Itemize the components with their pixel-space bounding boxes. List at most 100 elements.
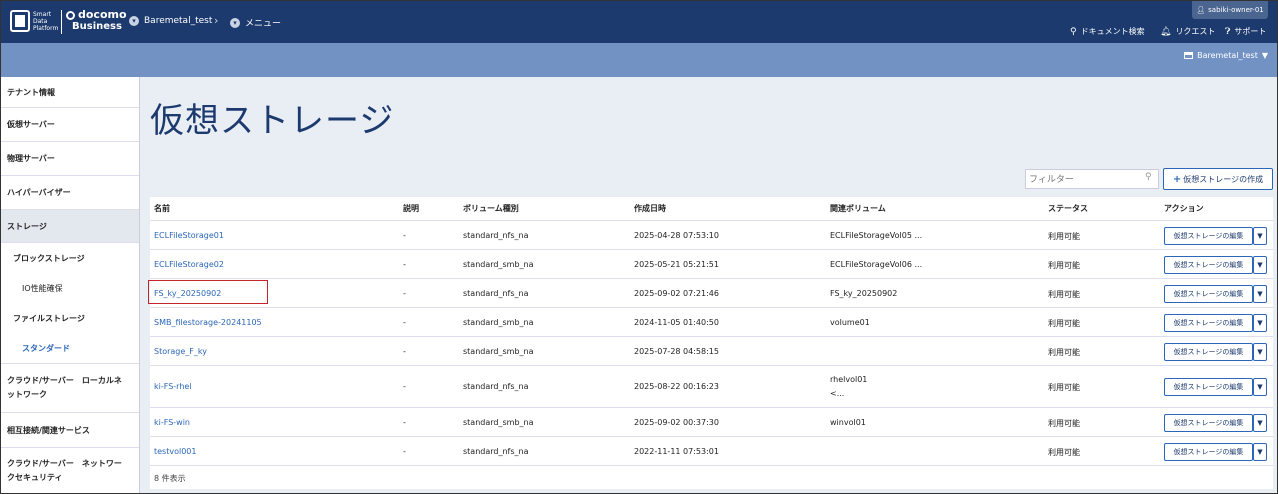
search-icon: ⚲ [1070, 26, 1077, 37]
action-dropdown-caret-icon[interactable]: ▼ [1253, 413, 1267, 432]
status-cell: 利用可能 [1048, 260, 1080, 270]
volume-type-cell: standard_nfs_na [463, 230, 529, 240]
column-header-description[interactable]: 説明 [403, 197, 419, 220]
description-cell: - [403, 382, 406, 391]
storage-name-link[interactable]: ki-FS-rhel [154, 382, 192, 391]
action-dropdown-caret-icon[interactable]: ▼ [1253, 255, 1267, 274]
related-volume-cell: rhelvol01 [830, 375, 868, 384]
bell-icon: 🔔︎ [1160, 26, 1172, 37]
sidebar-item-block-storage[interactable]: ブロックストレージ [0, 243, 139, 273]
table-row: ECLFileStorage01 - standard_nfs_na 2025-04-… [150, 220, 1273, 249]
edit-virtual-storage-button[interactable]: 仮想ストレージの編集 [1164, 442, 1253, 461]
column-header-name[interactable]: 名前 [154, 197, 170, 220]
breadcrumb-separator-icon: › [214, 14, 219, 27]
column-header-related-volume[interactable]: 関連ボリューム [830, 197, 886, 220]
sidebar-item-io-reserve[interactable]: IO性能確保 [0, 273, 139, 303]
top-header: Smart Data Platform docomo Business ▾ Ba… [0, 0, 1278, 43]
caret-down-icon: ▼ [1261, 51, 1268, 60]
request-link[interactable]: 🔔︎ リクエスト [1160, 26, 1215, 37]
sidebar-item-file-storage[interactable]: ファイルストレージ [0, 303, 139, 333]
action-dropdown-caret-icon[interactable]: ▼ [1253, 284, 1267, 303]
status-cell: 利用可能 [1048, 418, 1080, 428]
smart-data-platform-logo[interactable]: Smart Data Platform [10, 10, 58, 32]
related-volume-cell: FS_ky_20250902 [830, 288, 898, 298]
storage-name-link[interactable]: testvol001 [154, 447, 196, 456]
docomo-mark-icon [66, 10, 75, 20]
created-date-cell: 2025-09-02 07:21:46 [634, 288, 719, 298]
storage-name-link[interactable]: ECLFileStorage01 [154, 231, 224, 240]
edit-virtual-storage-button[interactable]: 仮想ストレージの編集 [1164, 378, 1253, 396]
created-date-cell: 2025-08-22 00:16:23 [634, 382, 719, 391]
storage-name-link[interactable]: ki-FS-win [154, 418, 190, 427]
description-cell: - [403, 288, 406, 298]
sidebar-item-tenant-info[interactable]: テナント情報 [0, 77, 139, 108]
created-date-cell: 2024-11-05 01:40:50 [634, 317, 719, 327]
breadcrumb-tenant[interactable]: ▾ Baremetal_test [129, 16, 212, 26]
action-dropdown-caret-icon[interactable]: ▼ [1253, 226, 1267, 245]
tenant-selector[interactable]: Baremetal_test ▼ [1184, 51, 1268, 60]
status-cell: 利用可能 [1048, 383, 1080, 392]
storage-name-link[interactable]: SMB_filestorage-20241105 [154, 318, 262, 327]
edit-virtual-storage-button[interactable]: 仮想ストレージの編集 [1164, 226, 1253, 245]
volume-type-cell: standard_smb_na [463, 346, 534, 356]
table-footer: 8 件表示 [150, 465, 1273, 489]
user-menu-button[interactable]: 👤︎ sabiki-owner-01 [1192, 0, 1268, 19]
created-date-cell: 2025-07-28 04:58:15 [634, 346, 719, 356]
storage-name-link[interactable]: Storage_F_ky [154, 347, 207, 356]
created-date-cell: 2025-05-21 05:21:51 [634, 259, 719, 269]
description-cell: - [403, 446, 406, 456]
edit-virtual-storage-button[interactable]: 仮想ストレージの編集 [1164, 342, 1253, 361]
breadcrumb-menu[interactable]: ▾ メニュー [230, 16, 281, 29]
related-volume-more[interactable]: <... [830, 389, 844, 398]
created-date-cell: 2025-09-02 00:37:30 [634, 417, 719, 427]
status-cell: 利用可能 [1048, 447, 1080, 457]
volume-type-cell: standard_nfs_na [463, 446, 529, 456]
volume-type-cell: standard_smb_na [463, 417, 534, 427]
sidebar-item-cloud-security[interactable]: クラウド/サーバー ネットワー クセキュリティ [0, 448, 139, 494]
support-link[interactable]: ❓︎ サポート [1225, 26, 1266, 37]
main-content: 仮想ストレージ ⚲ +仮想ストレージの作成 名前 説明 ボリューム種別 作成日時… [140, 77, 1278, 494]
description-cell: - [403, 259, 406, 269]
row-count: 8 件表示 [154, 474, 186, 483]
column-header-created[interactable]: 作成日時 [634, 197, 666, 220]
table-row: SMB_filestorage-20241105 - standard_smb_na… [150, 307, 1273, 336]
sidebar-item-cloud-local-network[interactable]: クラウド/サーバー ローカルネ ットワーク [0, 364, 139, 413]
sidebar-item-virtual-server[interactable]: 仮想サーバー [0, 108, 139, 142]
create-virtual-storage-button[interactable]: + 仮想ストレージの作成 [1163, 168, 1273, 190]
sidebar-item-storage[interactable]: ストレージ [0, 210, 139, 243]
table-row: FS_ky_20250902 - standard_nfs_na 2025-09-02… [150, 278, 1273, 307]
docomo-business-logo: docomo Business [66, 9, 127, 33]
edit-virtual-storage-button[interactable]: 仮想ストレージの編集 [1164, 284, 1253, 303]
sidebar-item-physical-server[interactable]: 物理サーバー [0, 142, 139, 176]
table-row: Storage_F_ky - standard_smb_na 2025-07-28 0… [150, 336, 1273, 365]
action-dropdown-caret-icon[interactable]: ▼ [1253, 313, 1267, 332]
action-dropdown-caret-icon[interactable]: ▼ [1253, 378, 1267, 396]
storage-table: 名前 説明 ボリューム種別 作成日時 関連ボリューム ステータス アクション E… [150, 197, 1273, 489]
edit-virtual-storage-button[interactable]: 仮想ストレージの編集 [1164, 413, 1253, 432]
column-header-status[interactable]: ステータス [1048, 197, 1088, 220]
related-volume-cell: winvol01 [830, 417, 866, 427]
chevron-down-icon: ▾ [129, 16, 139, 26]
sidebar-item-hypervisor[interactable]: ハイパーバイザー [0, 176, 139, 210]
table-row: ECLFileStorage02 - standard_smb_na 2025-05-… [150, 249, 1273, 278]
filter-input[interactable] [1025, 169, 1159, 189]
logo-divider [61, 10, 62, 34]
document-search-link[interactable]: ⚲ ドキュメント検索 [1070, 26, 1145, 37]
column-header-volume-type[interactable]: ボリューム種別 [463, 197, 519, 220]
sub-header-bar: Baremetal_test ▼ [0, 43, 1278, 77]
action-dropdown-caret-icon[interactable]: ▼ [1253, 342, 1267, 361]
action-dropdown-caret-icon[interactable]: ▼ [1253, 442, 1267, 461]
sidebar-item-interconnect[interactable]: 相互接続/関連サービス [0, 413, 139, 448]
edit-virtual-storage-button[interactable]: 仮想ストレージの編集 [1164, 255, 1253, 274]
storage-name-link[interactable]: FS_ky_20250902 [154, 289, 221, 298]
volume-type-cell: standard_nfs_na [463, 382, 529, 391]
edit-virtual-storage-button[interactable]: 仮想ストレージの編集 [1164, 313, 1253, 332]
sidebar: テナント情報 仮想サーバー 物理サーバー ハイパーバイザー ストレージ ブロック… [0, 77, 140, 494]
related-volume-cell: ECLFileStorageVol06 ... [830, 259, 923, 269]
description-cell: - [403, 317, 406, 327]
description-cell: - [403, 417, 406, 427]
sidebar-item-standard[interactable]: スタンダード [0, 333, 139, 364]
status-cell: 利用可能 [1048, 318, 1080, 328]
related-volume-cell: ECLFileStorageVol05 ... [830, 230, 923, 240]
storage-name-link[interactable]: ECLFileStorage02 [154, 260, 224, 269]
